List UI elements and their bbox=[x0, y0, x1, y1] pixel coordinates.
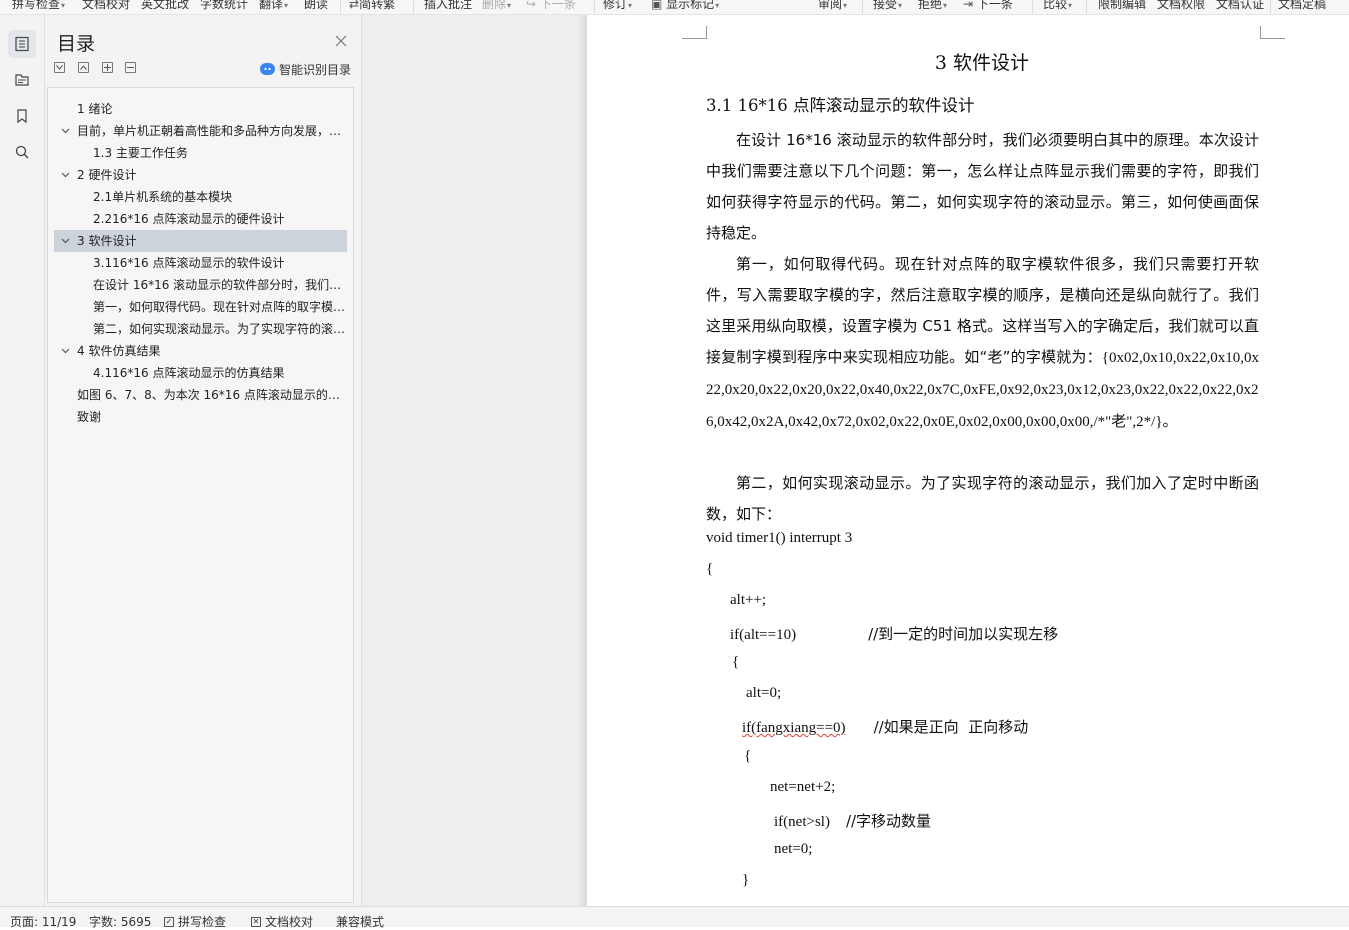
chevron-down-icon[interactable] bbox=[61, 170, 70, 179]
toc-item[interactable]: 2 硬件设计 bbox=[54, 164, 347, 186]
reject-button[interactable]: 拒绝▾ bbox=[918, 0, 947, 12]
bookmark-icon bbox=[17, 109, 27, 124]
chevron-down-icon[interactable] bbox=[61, 346, 70, 355]
simplified-to-traditional-button[interactable]: ⇄简转繁 bbox=[349, 0, 395, 12]
toc-item[interactable]: 4 软件仿真结果 bbox=[54, 340, 347, 362]
margin-mark bbox=[682, 26, 707, 39]
spell-check-button[interactable]: 拼写检查▾ bbox=[12, 0, 65, 12]
add-heading-icon[interactable] bbox=[102, 62, 113, 73]
paragraph: 第二，如何实现滚动显示。为了实现字符的滚动显示，我们加入了定时中断函数，如下： bbox=[706, 474, 1259, 523]
chevron-down-icon[interactable] bbox=[61, 126, 70, 135]
next-arrow-icon: ↪ bbox=[526, 0, 540, 11]
toc-panel-button[interactable] bbox=[8, 30, 36, 58]
search-button[interactable] bbox=[8, 138, 36, 166]
toc-item[interactable]: 1.3 主要工作任务 bbox=[54, 142, 347, 164]
doc-certify-button[interactable]: 文档认证 bbox=[1216, 0, 1264, 12]
page-indicator[interactable]: 页面: 11/19 bbox=[10, 913, 76, 930]
code-line: alt=0; bbox=[746, 685, 782, 701]
code-line: { bbox=[706, 561, 714, 577]
restrict-editing-button[interactable]: 限制编辑 bbox=[1098, 0, 1146, 12]
check-icon: ✓ bbox=[164, 916, 174, 927]
code-line: if(alt==10)//到一定的时间加以实现左移 bbox=[730, 625, 1059, 643]
status-spell-check[interactable]: ✓ 拼写检查 bbox=[164, 913, 226, 930]
toc-item[interactable]: 在设计 16*16 滚动显示的软件部分时，我们必须要明白其中的原理 bbox=[54, 274, 347, 296]
smart-toc-button[interactable]: 智能识别目录 bbox=[260, 61, 351, 77]
english-correction-button[interactable]: 英文批改 bbox=[141, 0, 189, 12]
next-comment-button[interactable]: ↪ 下一条 bbox=[526, 0, 576, 12]
toc-item[interactable]: 如图 6、7、8、为本次 16*16 点阵滚动显示的仿真结果 bbox=[54, 384, 347, 406]
toc-item[interactable]: 2.216*16 点阵滚动显示的硬件设计 bbox=[54, 208, 347, 230]
chevron-down-icon[interactable] bbox=[61, 236, 70, 245]
toc-panel: 目录 智能识别目录 1 绪论 目前，单片机正朝着高性能和多品种方向发展，单片机的… bbox=[45, 15, 362, 906]
read-aloud-button[interactable]: 朗读 bbox=[304, 0, 328, 12]
paragraph: 在设计 16*16 滚动显示的软件部分时，我们必须要明白其中的原理。本次设计中我… bbox=[706, 131, 1259, 242]
margin-mark bbox=[1260, 26, 1285, 39]
code-line: } bbox=[742, 872, 750, 888]
translate-button[interactable]: 翻译▾ bbox=[259, 0, 288, 12]
search-icon bbox=[15, 145, 29, 159]
code-line: net=0; bbox=[774, 841, 813, 857]
show-markup-button[interactable]: ▣ 显示标记▾ bbox=[651, 0, 719, 12]
outline-icon bbox=[15, 36, 29, 52]
collapse-all-icon[interactable] bbox=[78, 62, 89, 73]
ai-robot-icon bbox=[260, 63, 275, 75]
code-line: void timer1() interrupt 3 bbox=[706, 530, 853, 546]
toc-item[interactable]: 致谢 bbox=[54, 406, 347, 428]
close-icon[interactable] bbox=[335, 35, 347, 47]
review-pane-button[interactable]: 审阅▾ bbox=[818, 0, 847, 12]
toc-title: 目录 bbox=[57, 33, 96, 55]
next-change-button[interactable]: ⇥ 下一条 bbox=[963, 0, 1013, 12]
compat-mode: 兼容模式 bbox=[336, 915, 385, 929]
toc-item[interactable]: 4.116*16 点阵滚动显示的仿真结果 bbox=[54, 362, 347, 384]
doc-proofread-button[interactable]: 文档校对 bbox=[82, 0, 130, 12]
proofread-icon: ✕ bbox=[251, 916, 261, 927]
heading-2: 3.1 16*16 点阵滚动显示的软件设计 bbox=[706, 96, 975, 115]
toc-item[interactable]: 目前，单片机正朝着高性能和多品种方向发展，单片机的微型化发展趋势也越来越明显 bbox=[54, 120, 347, 142]
toc-item[interactable]: 3.116*16 点阵滚动显示的软件设计 bbox=[54, 252, 347, 274]
code-line: { bbox=[744, 748, 752, 764]
toc-item[interactable]: 1 绪论 bbox=[54, 98, 347, 120]
paragraph: 第一，如何取得代码。现在针对点阵的取字模软件很多，我们只需要打开软件，写入需要取… bbox=[706, 255, 1259, 430]
remove-heading-icon[interactable] bbox=[125, 62, 136, 73]
code-line: net=net+2; bbox=[770, 779, 836, 795]
word-count-button[interactable]: 字数统计 bbox=[200, 0, 248, 12]
toc-item[interactable]: 第二，如何实现滚动显示。为了实现字符的滚动显示 bbox=[54, 318, 347, 340]
toc-item-selected[interactable]: 3 软件设计 bbox=[54, 230, 347, 252]
bookmark-button[interactable] bbox=[8, 102, 36, 130]
toc-item[interactable]: 第一，如何取得代码。现在针对点阵的取字模软件很多 bbox=[54, 296, 347, 318]
code-line: alt++; bbox=[730, 592, 767, 608]
next-change-icon: ⇥ bbox=[963, 0, 977, 11]
navigation-rail bbox=[0, 15, 45, 906]
document-page[interactable]: 3 软件设计 3.1 16*16 点阵滚动显示的软件设计 在设计 16*16 滚… bbox=[587, 15, 1349, 906]
toc-list: 1 绪论 目前，单片机正朝着高性能和多品种方向发展，单片机的微型化发展趋势也越来… bbox=[47, 87, 354, 903]
track-changes-button[interactable]: 修订▾ bbox=[603, 0, 632, 12]
folder-tree-icon bbox=[15, 74, 29, 86]
code-line: { bbox=[732, 654, 740, 670]
convert-icon: ⇄ bbox=[349, 0, 360, 11]
accept-button[interactable]: 接受▾ bbox=[873, 0, 902, 12]
expand-all-icon[interactable] bbox=[54, 62, 65, 73]
markup-icon: ▣ bbox=[651, 0, 667, 11]
doc-permission-button[interactable]: 文档权限 bbox=[1157, 0, 1205, 12]
toc-item[interactable]: 2.1单片机系统的基本模块 bbox=[54, 186, 347, 208]
review-toolbar: 拼写检查▾ 文档校对 英文批改 字数统计 翻译▾ 朗读 ⇄简转繁 插入批注 删除… bbox=[0, 0, 1349, 14]
page-gutter bbox=[362, 15, 586, 906]
compare-button[interactable]: 比较▾ bbox=[1043, 0, 1072, 12]
word-count[interactable]: 字数: 5695 bbox=[89, 913, 151, 930]
heading-1: 3 软件设计 bbox=[934, 52, 1030, 74]
chapter-nav-button[interactable] bbox=[8, 66, 36, 94]
delete-comment-button[interactable]: 删除▾ bbox=[482, 0, 511, 12]
code-line: if(net>sl)//字移动数量 bbox=[774, 812, 932, 830]
insert-comment-button[interactable]: 插入批注 bbox=[424, 0, 472, 12]
code-line: if(fangxiang==0)//如果是正向 正向移动 bbox=[742, 718, 1029, 736]
status-bar: 页面: 11/19 字数: 5695 ✓ 拼写检查 ✕ 文档校对 兼容模式 bbox=[0, 906, 1349, 930]
status-proofread[interactable]: ✕ 文档校对 bbox=[251, 913, 313, 930]
doc-finalize-button[interactable]: 文档定稿 bbox=[1278, 0, 1326, 12]
